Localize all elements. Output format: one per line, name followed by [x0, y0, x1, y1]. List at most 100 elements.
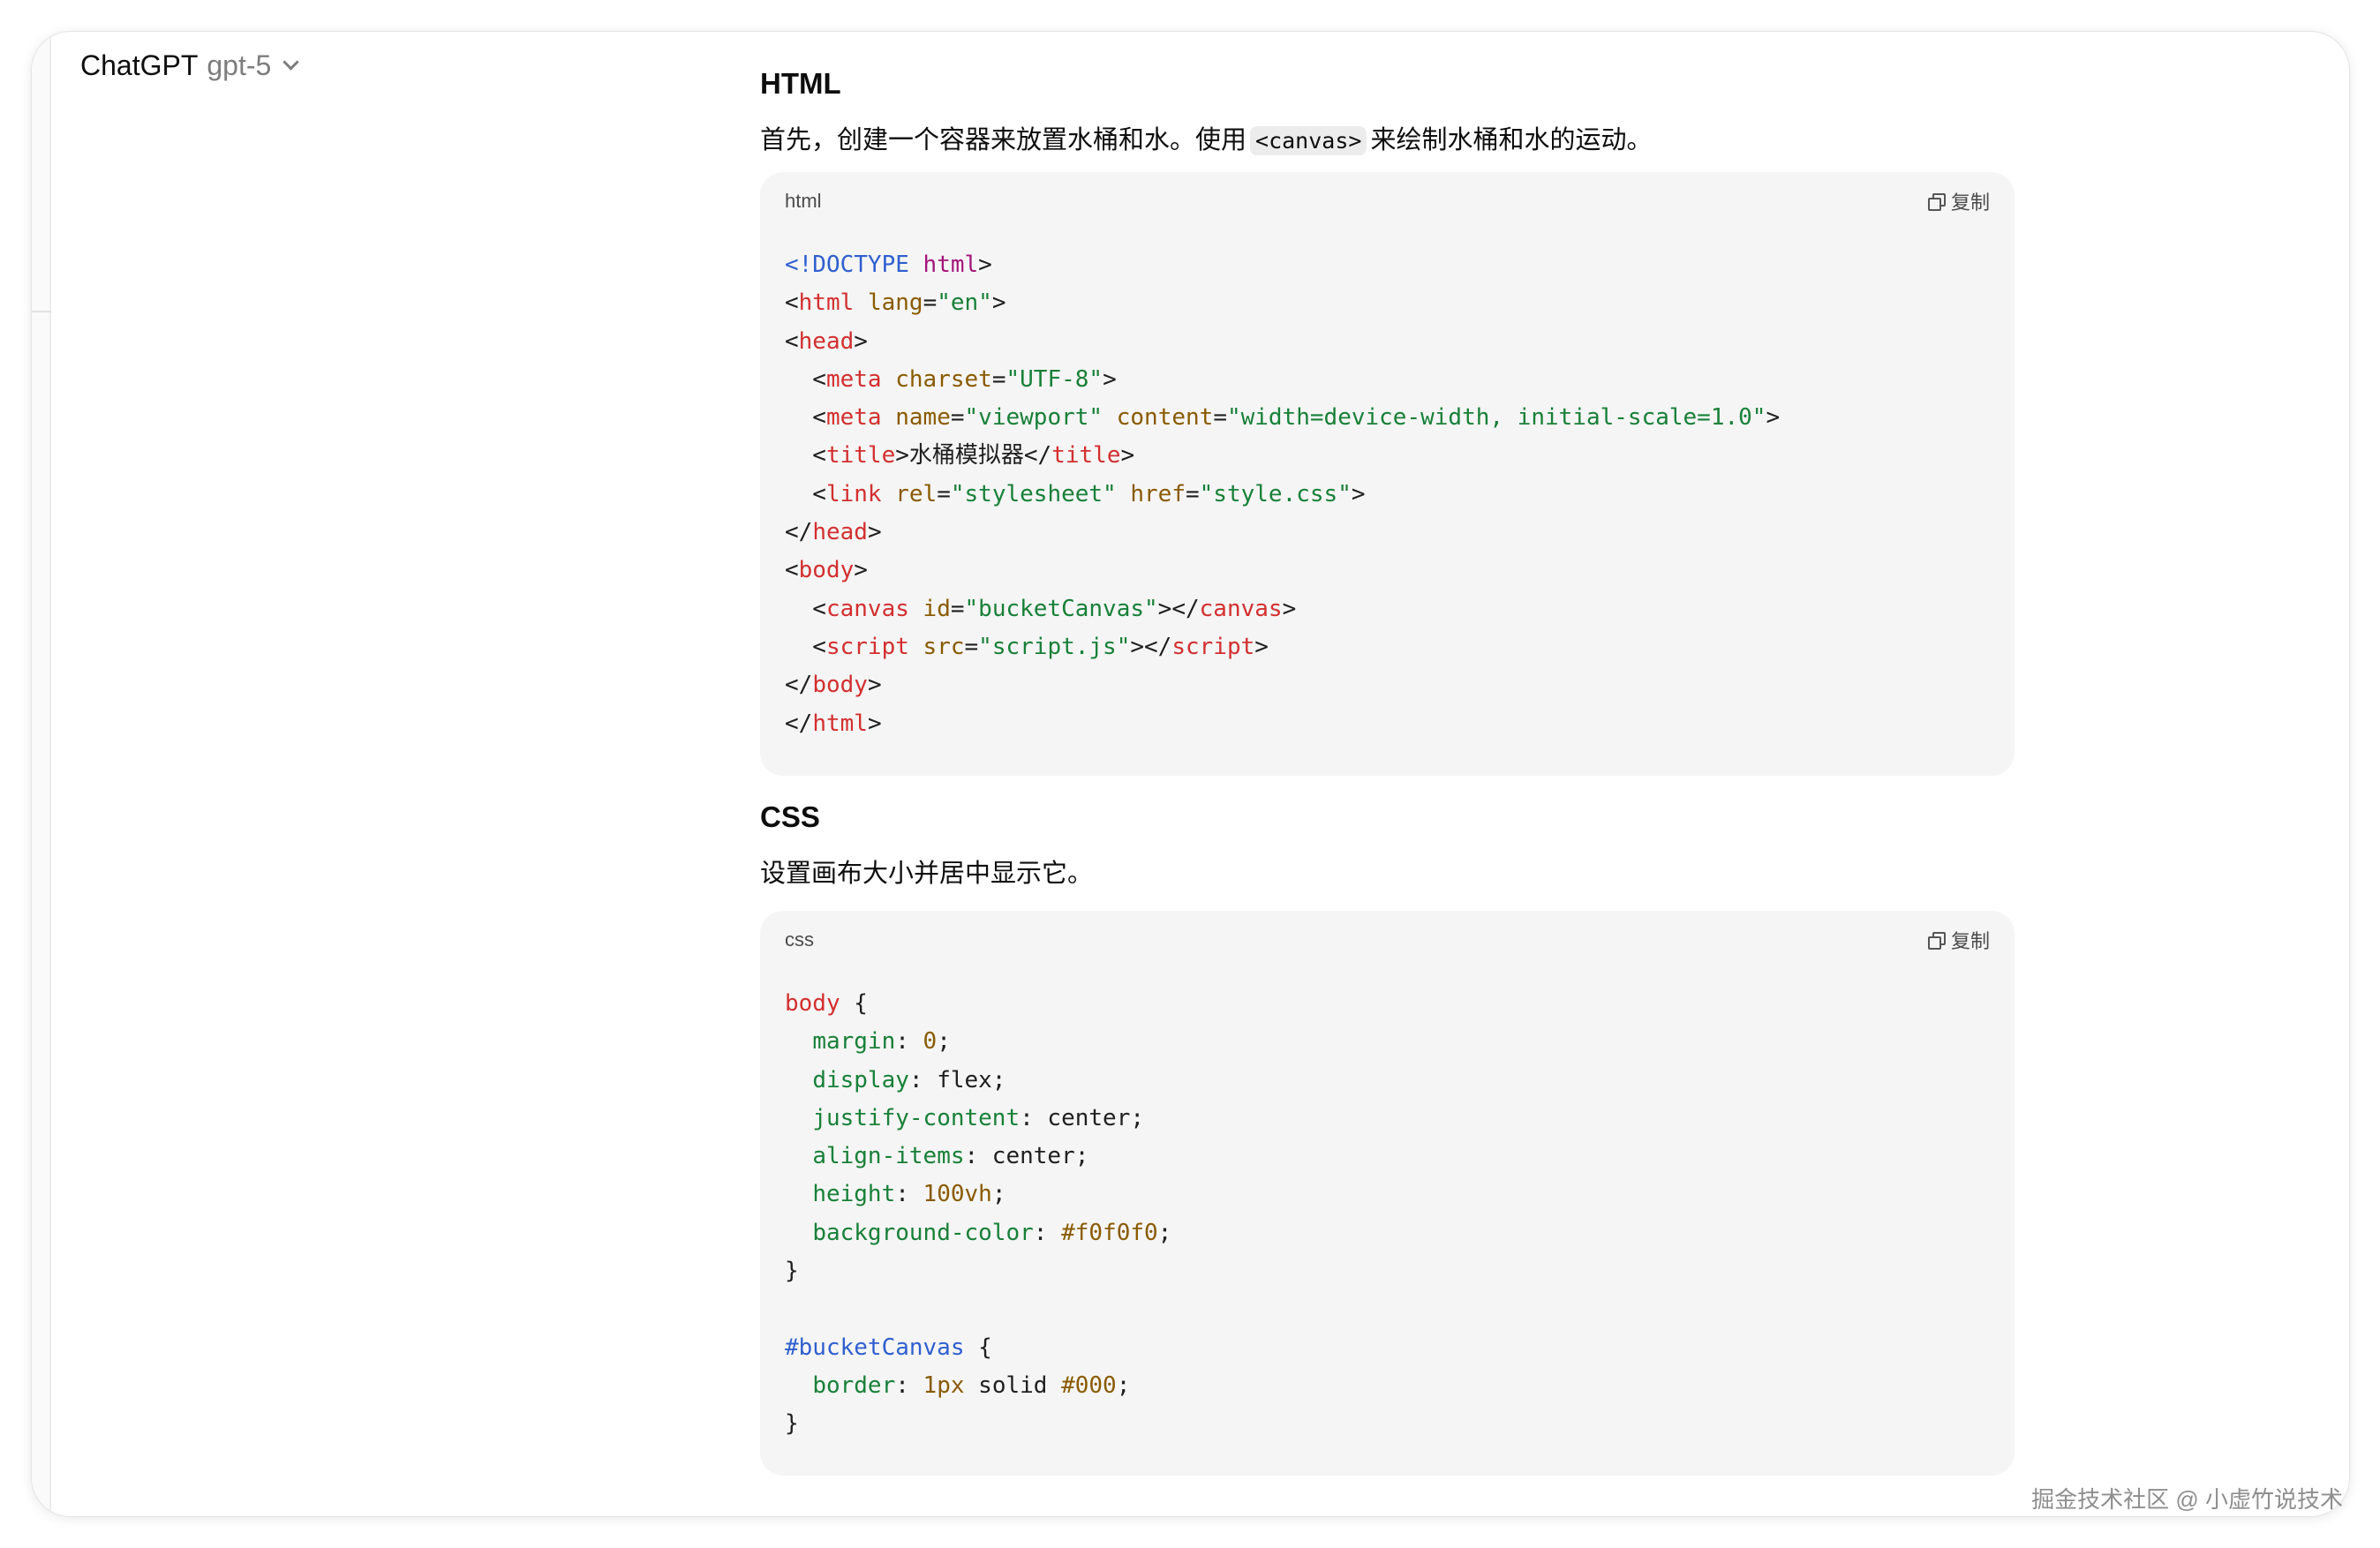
code-token: head [812, 519, 868, 546]
model-name: gpt-5 [207, 49, 272, 81]
code-token: #000 [1061, 1371, 1117, 1399]
code-token: canvas [1199, 595, 1283, 622]
code-token: > [1103, 365, 1117, 393]
code-language-label: css [785, 928, 814, 951]
model-selector[interactable]: ChatGPT gpt-5 [80, 49, 300, 82]
code-token: ></ [1130, 633, 1172, 660]
code-token: <!DOCTYPE [785, 252, 923, 278]
code-content[interactable]: body { margin: 0; display: flex; justify… [785, 969, 1990, 1463]
code-token: 100vh [923, 1181, 992, 1208]
code-token: < [785, 595, 826, 622]
code-line: display: flex; [785, 1062, 1990, 1100]
code-token: src [923, 633, 965, 660]
code-token: head [798, 327, 855, 355]
code-token: canvas [825, 595, 909, 622]
code-token: rel [895, 480, 938, 507]
code-token: charset [895, 365, 992, 393]
code-token: script [1171, 633, 1255, 660]
code-token: link [825, 480, 882, 507]
code-token: margin [812, 1028, 896, 1056]
copy-button[interactable]: 复制 [1927, 187, 1990, 215]
code-token: height [812, 1181, 896, 1208]
code-token: : [895, 1028, 923, 1056]
code-token: html [812, 710, 868, 737]
code-line: <canvas id="bucketCanvas"></canvas> [785, 590, 1990, 628]
code-token: name [895, 404, 951, 432]
code-line: <link rel="stylesheet" href="style.css"> [785, 476, 1990, 514]
copy-button[interactable]: 复制 [1927, 926, 1990, 954]
code-token: title [825, 442, 896, 470]
assistant-message: HTML 首先，创建一个容器来放置水桶和水。使用 <canvas> 来绘制水桶和水的… [760, 65, 2015, 1476]
code-token: html [798, 289, 855, 317]
code-token: ; [991, 1181, 1006, 1208]
code-token: "width=device-width, initial-scale=1.0" [1226, 404, 1766, 432]
code-line: <head> [785, 323, 1990, 361]
code-token: < [785, 442, 826, 470]
watermark: 掘金技术社区 @ 小虚竹说技术 [2031, 1486, 2343, 1513]
code-token: : center; [964, 1143, 1089, 1170]
code-token: = [964, 633, 979, 660]
code-line: } [785, 1252, 1990, 1290]
code-token: = [950, 404, 965, 432]
chat-window: ChatGPT gpt-5 HTML 首先，创建一个容器来放置水桶和水。使用 <c… [32, 32, 2349, 1516]
code-line: body { [785, 985, 1990, 1023]
code-token: id [923, 595, 951, 622]
code-token: = [950, 595, 965, 622]
code-token: = [991, 365, 1006, 393]
code-token: > [1254, 633, 1269, 660]
copy-label: 复制 [1950, 930, 1990, 952]
code-content[interactable]: <!DOCTYPE html> <html lang="en"> <head> <m… [785, 230, 1990, 763]
inline-code: <canvas> [1250, 126, 1367, 155]
code-line: align-items: center; [785, 1138, 1990, 1176]
code-line: <meta charset="UTF-8"> [785, 361, 1990, 399]
code-token: href [1130, 480, 1186, 507]
code-token: < [785, 289, 799, 317]
code-token: = [1186, 480, 1200, 507]
css-heading: CSS [760, 800, 820, 833]
css-code-block: css 复制 body { margin: 0; display: flex; … [760, 911, 2015, 1476]
code-header: html 复制 [785, 172, 1990, 230]
code-token: meta [825, 404, 882, 432]
html-heading: HTML [760, 67, 841, 100]
code-line: <title>水桶模拟器</title> [785, 437, 1990, 475]
code-line: border: 1px solid #000; [785, 1367, 1990, 1405]
code-line: <body> [785, 552, 1990, 590]
copy-icon [1927, 932, 1946, 950]
code-token: </ [785, 672, 813, 699]
code-token: ; [1157, 1219, 1172, 1246]
code-line: <!DOCTYPE html> [785, 246, 1990, 284]
code-token: > [867, 710, 882, 737]
code-token: "stylesheet" [950, 480, 1117, 507]
sidebar-rail [32, 32, 51, 1516]
code-token: > [854, 327, 868, 355]
code-token: = [937, 480, 951, 507]
code-line: height: 100vh; [785, 1176, 1990, 1214]
code-token: > [1120, 442, 1135, 470]
code-token: </ [785, 519, 813, 546]
code-token: > [991, 289, 1006, 317]
app-name: ChatGPT [80, 49, 199, 81]
code-language-label: html [785, 190, 822, 212]
code-token: >水桶模拟器</ [895, 442, 1052, 470]
code-token: body [812, 672, 868, 699]
css-intro: 设置画布大小并居中显示它。 [760, 860, 1094, 888]
code-token: { [840, 990, 868, 1017]
code-token: : [895, 1371, 923, 1399]
code-token: #f0f0f0 [1061, 1219, 1158, 1246]
html-code-block: html 复制 <!DOCTYPE html> <html lang="en"> <… [760, 172, 2015, 776]
html-intro: 首先，创建一个容器来放置水桶和水。使用 <canvas> 来绘制水桶和水的运动。 [760, 123, 2015, 158]
code-token: ></ [1157, 595, 1200, 622]
sidebar-divider [32, 311, 51, 312]
code-token: > [867, 672, 882, 699]
code-token: body [798, 557, 855, 584]
copy-icon [1927, 193, 1946, 211]
code-token: background-color [812, 1219, 1034, 1246]
